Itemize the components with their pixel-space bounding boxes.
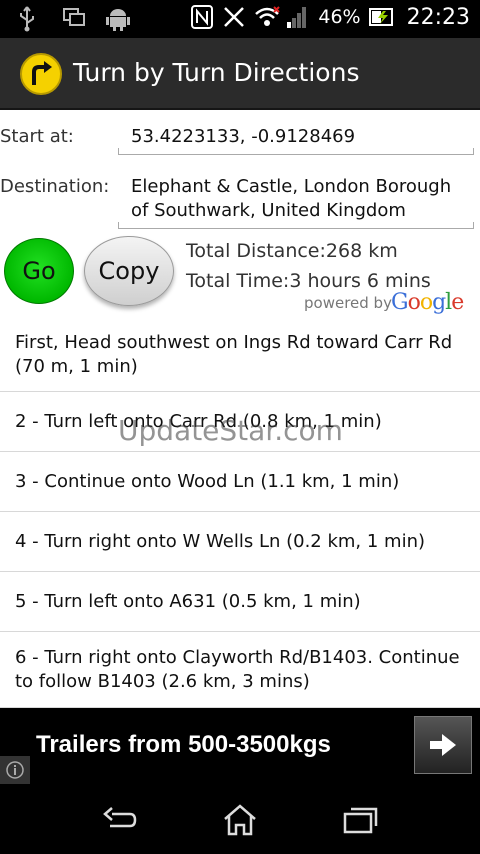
navigation-bar — [0, 784, 480, 854]
vibrate-off-icon — [222, 4, 246, 30]
destination-input[interactable]: Elephant & Castle, London Borough of Sou… — [131, 175, 451, 223]
watermark: UpdateStar.com — [118, 414, 343, 447]
directions-list: First, Head southwest on Ings Rd toward … — [0, 318, 480, 708]
main-content: Start at: 53.4223133, -0.9128469 Destina… — [0, 110, 480, 708]
destination-line-1: Elephant & Castle, London Borough — [131, 176, 452, 197]
battery-percent: 46% — [318, 6, 361, 28]
screen-icon — [62, 6, 86, 32]
start-label: Start at: — [0, 126, 74, 147]
destination-input-underline — [118, 222, 474, 229]
go-button[interactable]: Go — [4, 238, 74, 304]
signal-icon — [286, 4, 310, 30]
destination-line-2: of Southwark, United Kingdom — [131, 200, 406, 221]
google-logo-letter: e — [451, 290, 464, 315]
google-logo-letter: g — [432, 290, 446, 315]
ad-text: Trailers from 500-3500kgs — [36, 731, 331, 758]
info-icon[interactable] — [0, 756, 30, 784]
direction-step[interactable]: First, Head southwest on Ings Rd toward … — [0, 318, 480, 392]
back-icon[interactable] — [100, 802, 140, 838]
nfc-icon — [190, 4, 214, 30]
arrow-right-icon — [430, 734, 456, 756]
action-bar: Turn by Turn Directions — [0, 38, 480, 110]
wifi-icon — [254, 4, 281, 30]
recent-apps-icon[interactable] — [340, 802, 380, 838]
status-bar: 46% 22:23 — [0, 0, 480, 38]
direction-step[interactable]: 3 - Continue onto Wood Ln (1.1 km, 1 min… — [0, 452, 480, 512]
app-title: Turn by Turn Directions — [73, 58, 360, 87]
direction-step[interactable]: 4 - Turn right onto W Wells Ln (0.2 km, … — [0, 512, 480, 572]
start-input-underline — [118, 148, 474, 155]
android-icon — [106, 6, 130, 32]
home-icon[interactable] — [220, 802, 260, 838]
ad-arrow-button[interactable] — [414, 716, 472, 774]
destination-label: Destination: — [0, 176, 110, 197]
google-logo-letter: o — [419, 290, 433, 315]
google-logo: Google — [391, 290, 464, 315]
direction-step[interactable]: 5 - Turn left onto A631 (0.5 km, 1 min) — [0, 572, 480, 632]
copy-button[interactable]: Copy — [84, 236, 174, 306]
battery-charging-icon — [368, 4, 393, 30]
total-time: Total Time:3 hours 6 mins — [186, 270, 431, 292]
total-distance: Total Distance:268 km — [186, 240, 398, 262]
usb-icon — [18, 6, 42, 32]
ad-banner[interactable]: Trailers from 500-3500kgs — [0, 708, 480, 784]
powered-by-label: powered by — [304, 294, 392, 312]
google-logo-letter: G — [391, 290, 409, 315]
direction-step[interactable]: 6 - Turn right onto Clayworth Rd/B1403. … — [0, 632, 480, 708]
turn-right-arrow-icon — [20, 53, 62, 95]
google-logo-letter: o — [407, 290, 421, 315]
start-input[interactable]: 53.4223133, -0.9128469 — [131, 125, 355, 149]
clock: 22:23 — [406, 4, 470, 30]
